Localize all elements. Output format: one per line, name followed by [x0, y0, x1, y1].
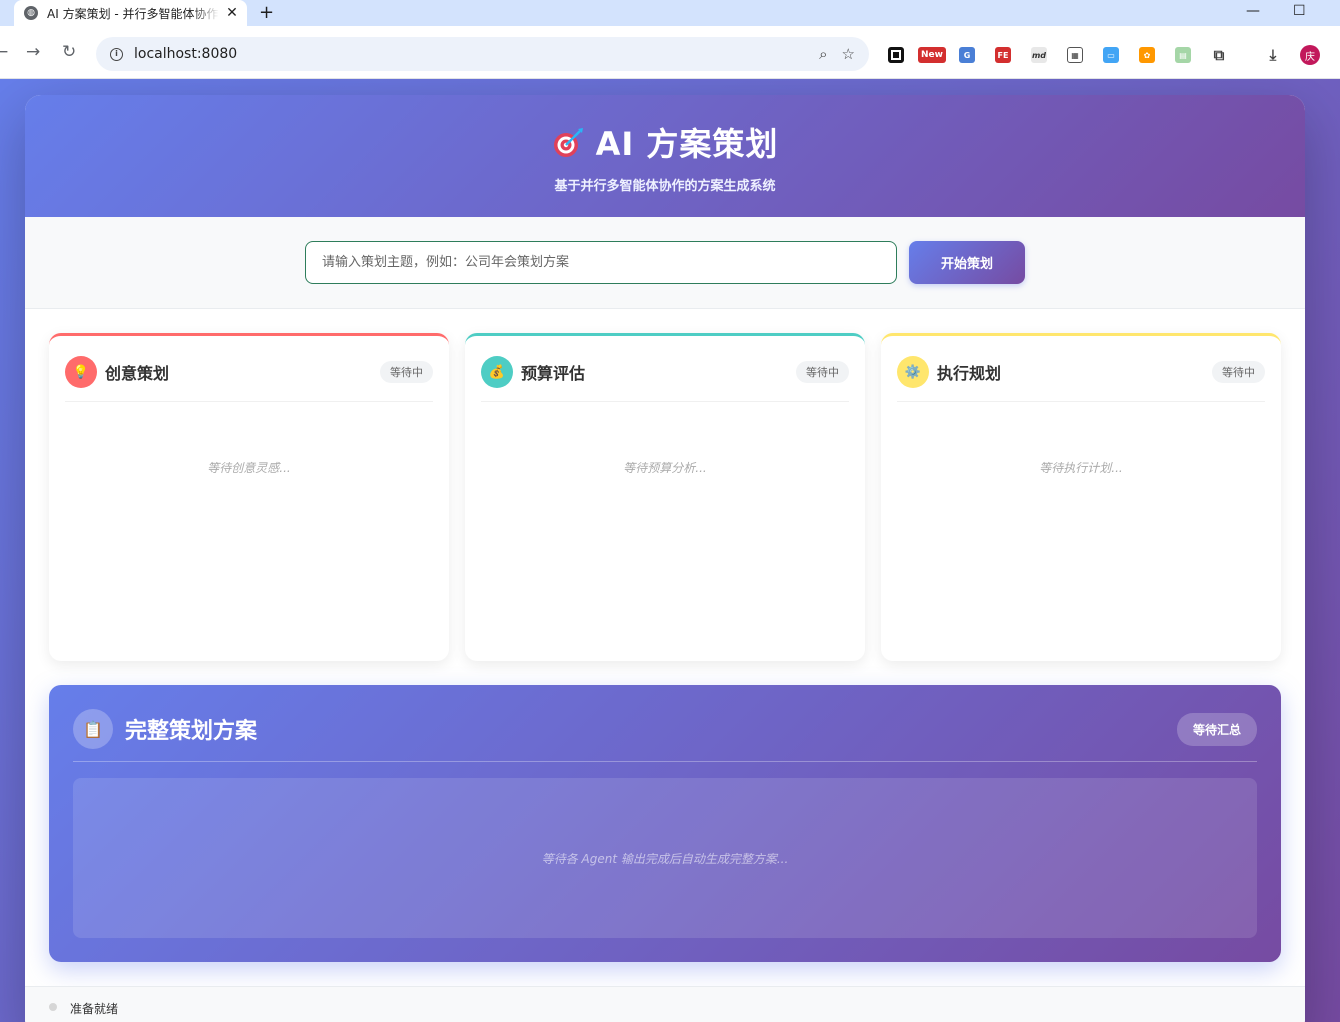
page-viewport: AI 方案策划 基于并行多智能体协作的方案生成系统 开始策划 💡 创意策划 等待… — [0, 79, 1340, 1022]
agent-output: 等待执行计划... — [897, 402, 1265, 632]
extensions-puzzle-icon[interactable]: ⧉ — [1211, 46, 1227, 64]
app-container: AI 方案策划 基于并行多智能体协作的方案生成系统 开始策划 💡 创意策划 等待… — [25, 95, 1305, 1022]
back-icon[interactable]: ← — [0, 43, 8, 61]
clipboard-icon: 📋 — [73, 709, 113, 749]
agent-output: 等待预算分析... — [481, 402, 849, 632]
final-plan-card: 📋 完整策划方案 等待汇总 等待各 Agent 输出完成后自动生成完整方案... — [49, 685, 1281, 962]
final-plan-header: 📋 完整策划方案 等待汇总 — [73, 709, 1257, 762]
topic-input[interactable] — [305, 241, 897, 284]
agent-card-execution: ⚙️ 执行规划 等待中 等待执行计划... — [881, 333, 1281, 661]
final-plan-title: 完整策划方案 — [125, 719, 258, 744]
page-title: AI 方案策划 — [595, 124, 779, 163]
agent-title: 执行规划 — [937, 364, 1002, 383]
maximize-icon[interactable]: ☐ — [1293, 3, 1306, 19]
status-badge: 等待中 — [380, 361, 433, 383]
agent-placeholder: 等待创意灵感... — [207, 460, 291, 475]
agent-card-budget: 💰 预算评估 等待中 等待预算分析... — [465, 333, 865, 661]
browser-tab[interactable]: ◍ AI 方案策划 - 并行多智能体协作 ✕ — [14, 0, 247, 26]
qr-extension-icon[interactable] — [888, 47, 904, 63]
agent-card-header: 💰 预算评估 等待中 — [481, 352, 849, 402]
qrcode-extension-icon[interactable]: ▦ — [1067, 47, 1083, 63]
globe-icon: ◍ — [24, 6, 38, 20]
translate-extension-icon[interactable]: G — [959, 47, 975, 63]
tab-title: AI 方案策划 - 并行多智能体协作 — [47, 6, 219, 21]
reload-icon[interactable]: ↻ — [62, 43, 76, 61]
status-text: 准备就绪 — [70, 1001, 119, 1016]
card-extension-icon[interactable]: ▭ — [1103, 47, 1119, 63]
browser-toolbar: ← → ↻ i localhost:8080 ⌕ ☆ New G FE md ▦… — [0, 26, 1340, 79]
fe-extension-icon[interactable]: FE — [995, 47, 1011, 63]
target-icon — [552, 127, 583, 157]
new-tab-button[interactable]: + — [259, 2, 274, 23]
start-planning-button[interactable]: 开始策划 — [909, 241, 1025, 284]
profile-avatar[interactable]: 庆 — [1300, 45, 1320, 65]
agent-placeholder: 等待预算分析... — [623, 460, 707, 475]
url-text: localhost:8080 — [134, 46, 238, 62]
lightbulb-icon: 💡 — [65, 356, 97, 388]
topic-input-section: 开始策划 — [25, 217, 1305, 309]
final-plan-placeholder: 等待各 Agent 输出完成后自动生成完整方案... — [541, 851, 789, 866]
agent-output: 等待创意灵感... — [65, 402, 433, 632]
status-bar: 准备就绪 — [25, 986, 1305, 1022]
new-extension-icon[interactable]: New — [918, 47, 946, 63]
title-row: AI 方案策划 — [552, 119, 779, 165]
gear-icon: ⚙️ — [897, 356, 929, 388]
app-header: AI 方案策划 基于并行多智能体协作的方案生成系统 — [25, 95, 1305, 217]
status-dot-icon — [49, 1003, 57, 1011]
md-extension-icon[interactable]: md — [1031, 47, 1047, 63]
zoom-icon[interactable]: ⌕ — [819, 45, 827, 63]
agent-card-header: 💡 创意策划 等待中 — [65, 352, 433, 402]
final-plan-output: 等待各 Agent 输出完成后自动生成完整方案... — [73, 778, 1257, 938]
bug-extension-icon[interactable]: ✿ — [1139, 47, 1155, 63]
agent-cards: 💡 创意策划 等待中 等待创意灵感... 💰 预算评估 等待中 等待预算分析..… — [49, 333, 1281, 661]
address-bar[interactable]: i localhost:8080 ⌕ ☆ — [96, 37, 869, 71]
forward-icon[interactable]: → — [26, 43, 40, 61]
status-badge: 等待中 — [796, 361, 849, 383]
agent-card-creative: 💡 创意策划 等待中 等待创意灵感... — [49, 333, 449, 661]
agent-title: 预算评估 — [521, 364, 586, 383]
status-badge: 等待中 — [1212, 361, 1265, 383]
close-tab-icon[interactable]: ✕ — [225, 5, 239, 21]
sheet-extension-icon[interactable]: ▤ — [1175, 47, 1191, 63]
agent-title: 创意策划 — [105, 364, 170, 383]
browser-tab-strip: ◍ AI 方案策划 - 并行多智能体协作 ✕ + — ☐ — [0, 0, 1340, 26]
money-bag-icon: 💰 — [481, 356, 513, 388]
bookmark-star-icon[interactable]: ☆ — [842, 45, 855, 63]
page-subtitle: 基于并行多智能体协作的方案生成系统 — [554, 178, 776, 194]
site-info-icon[interactable]: i — [110, 47, 123, 61]
minimize-icon[interactable]: — — [1246, 3, 1260, 19]
download-icon[interactable]: ⤓ — [1265, 46, 1281, 64]
agent-card-header: ⚙️ 执行规划 等待中 — [897, 352, 1265, 402]
status-badge: 等待汇总 — [1176, 712, 1257, 746]
agent-placeholder: 等待执行计划... — [1039, 460, 1123, 475]
